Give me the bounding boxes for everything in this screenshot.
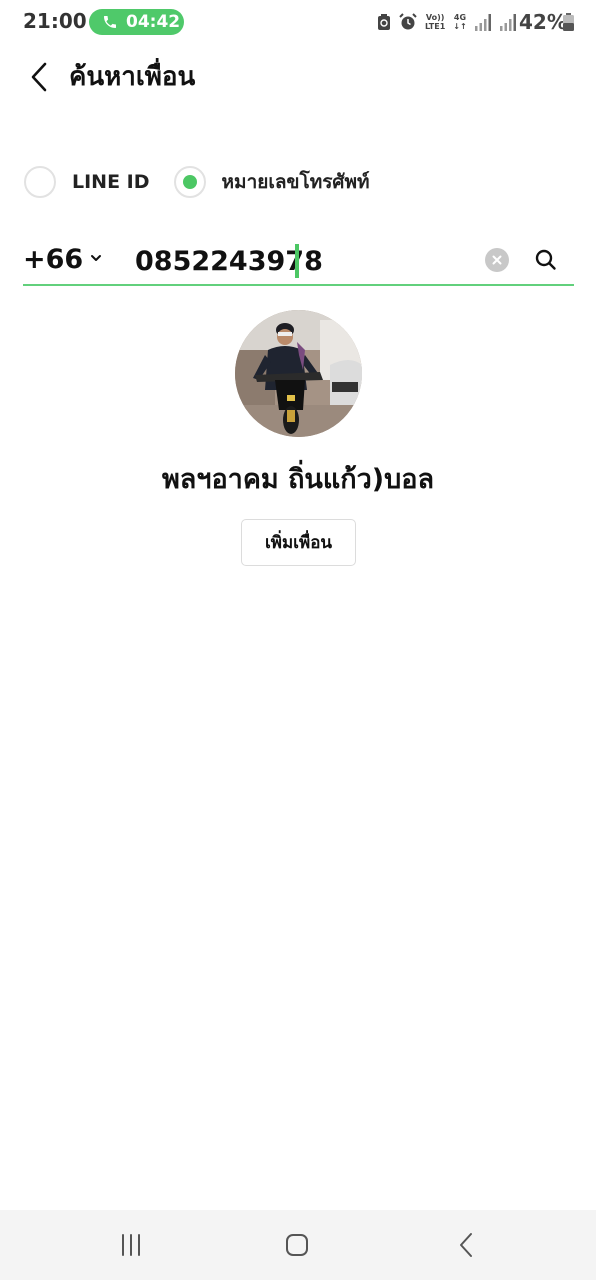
chevron-down-icon[interactable]	[89, 251, 103, 265]
home-button[interactable]	[282, 1230, 312, 1260]
network-indicator: 4G ↓↑	[453, 13, 467, 31]
phone-number-input[interactable]	[135, 242, 465, 280]
result-name: พลฯอาคม ถิ่นแก้ว)บอล	[161, 464, 435, 495]
phone-icon	[104, 16, 116, 28]
page-title: ค้นหาเพื่อน	[69, 62, 196, 92]
sync-icon	[378, 14, 390, 30]
home-icon	[286, 1234, 308, 1256]
back-icon	[460, 1233, 472, 1257]
clear-icon	[492, 255, 502, 265]
signal-icon	[474, 13, 491, 31]
radio-button-line-id[interactable]	[24, 166, 56, 198]
search-type-group: LINE ID หมายเลขโทรศัพท์	[24, 165, 370, 199]
nav-back-button[interactable]	[451, 1230, 481, 1260]
volte-indicator: Vo)) LTE1	[425, 13, 446, 31]
add-friend-button[interactable]: เพิ่มเพื่อน	[241, 519, 356, 566]
radio-button-phone[interactable]	[173, 166, 206, 198]
radio-option-line-id[interactable]: LINE ID	[24, 166, 150, 198]
system-nav-bar	[0, 1210, 596, 1280]
profile-photo	[235, 310, 362, 437]
status-time: 21:00	[23, 9, 87, 33]
status-bar: 21:00 04:42 Vo)) LTE1 4G ↓↑ 42%	[0, 0, 596, 44]
call-timer: 04:42	[126, 12, 181, 32]
battery-icon	[563, 13, 574, 31]
battery-percent: 42%	[519, 10, 567, 34]
signal-icon	[499, 13, 516, 31]
clear-button[interactable]	[485, 248, 509, 272]
text-caret	[295, 244, 299, 278]
search-icon	[535, 249, 556, 270]
search-button[interactable]	[533, 247, 559, 273]
back-button[interactable]	[24, 60, 54, 94]
chevron-left-icon	[31, 62, 47, 92]
recent-apps-icon	[122, 1234, 140, 1256]
phone-search-field: +66	[23, 238, 574, 286]
avatar[interactable]	[235, 310, 362, 437]
radio-option-phone[interactable]: หมายเลขโทรศัพท์	[173, 166, 370, 198]
country-code-selector[interactable]: +66	[23, 244, 83, 275]
alarm-icon	[399, 13, 417, 30]
ongoing-call-chip[interactable]: 04:42	[89, 9, 184, 35]
recent-apps-button[interactable]	[116, 1230, 146, 1260]
radio-label-line-id: LINE ID	[72, 171, 150, 193]
radio-label-phone: หมายเลขโทรศัพท์	[221, 171, 370, 193]
